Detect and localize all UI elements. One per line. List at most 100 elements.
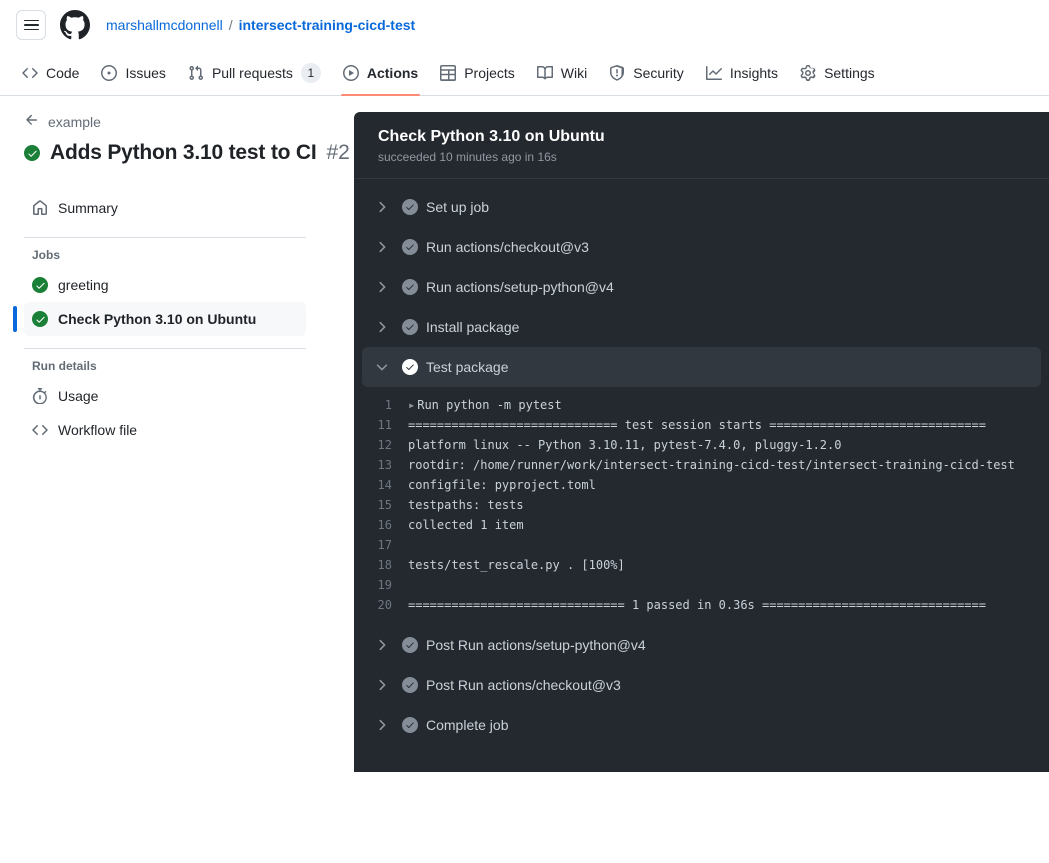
tab-pull-requests[interactable]: Pull requests 1 <box>178 50 331 95</box>
sidebar-item-summary-label: Summary <box>58 200 118 216</box>
step-label: Run actions/checkout@v3 <box>426 239 589 255</box>
tab-code[interactable]: Code <box>12 50 89 95</box>
step-row[interactable]: Complete job <box>362 705 1041 745</box>
github-logo-icon[interactable] <box>60 10 90 40</box>
step-status-icon <box>394 637 426 653</box>
log-line-text: platform linux -- Python 3.10.11, pytest… <box>408 438 842 452</box>
chevron-right-icon <box>370 718 394 732</box>
log-line-number: 13 <box>377 458 392 472</box>
page-body: example Adds Python 3.10 test to CI #2 S… <box>0 96 1049 772</box>
step-label: Set up job <box>426 199 490 215</box>
tab-security-label: Security <box>633 64 684 81</box>
run-number: #2 <box>326 141 350 164</box>
step-label: Test package <box>426 359 509 375</box>
tab-actions-label: Actions <box>366 64 419 81</box>
check-circle-grey-icon <box>402 677 418 693</box>
stopwatch-icon <box>32 388 48 404</box>
tab-projects[interactable]: Projects <box>430 50 525 95</box>
check-circle-green-icon <box>32 277 48 293</box>
step-row[interactable]: Post Run actions/checkout@v3 <box>362 665 1041 705</box>
repo-nav: Code Issues Pull requests 1 Actions Proj… <box>0 50 1049 96</box>
sidebar-heading-run-details: Run details <box>32 359 97 373</box>
step-row[interactable]: Set up job <box>362 187 1041 227</box>
shield-icon <box>609 64 625 81</box>
git-pull-request-icon <box>188 65 204 81</box>
step-row[interactable]: Install package <box>362 307 1041 347</box>
log-line-text: collected 1 item <box>408 518 524 532</box>
chevron-right-icon <box>370 638 394 652</box>
sidebar-item-greeting-label: greeting <box>58 277 109 293</box>
check-circle-grey-icon <box>402 319 418 335</box>
panel-bottom-spacer <box>354 745 1049 755</box>
log-line-number: 17 <box>377 538 392 552</box>
breadcrumb-owner[interactable]: marshallmcdonnell <box>106 17 223 33</box>
graph-icon <box>705 65 722 81</box>
log-line: 18 tests/test_rescale.py . [100%] <box>354 555 1049 575</box>
log-line-text: rootdir: /home/runner/work/intersect-tra… <box>408 458 1015 472</box>
log-output[interactable]: 1 ▸ Run python -m pytest 11 =============… <box>354 387 1049 625</box>
tab-actions[interactable]: Actions <box>333 50 428 96</box>
logs-panel: Check Python 3.10 on Ubuntu succeeded 10… <box>354 112 1049 772</box>
chevron-right-icon <box>370 200 394 214</box>
sidebar-item-summary[interactable]: Summary <box>24 191 306 225</box>
sidebar-item-check-python[interactable]: Check Python 3.10 on Ubuntu <box>13 302 306 336</box>
step-status-icon <box>394 359 426 375</box>
sidebar: Summary Jobs greeting Check Python 3.10 … <box>13 191 306 447</box>
sidebar-item-greeting[interactable]: greeting <box>24 268 306 302</box>
tab-issues[interactable]: Issues <box>91 50 175 95</box>
run-title-row: Adds Python 3.10 test to CI #2 <box>24 141 350 165</box>
steps-list: Set up job Run actions/checkout@v3 Run a… <box>354 179 1049 755</box>
step-row[interactable]: Post Run actions/setup-python@v4 <box>362 625 1041 665</box>
breadcrumb-repo[interactable]: intersect-training-cicd-test <box>239 17 416 33</box>
log-line-text: tests/test_rescale.py . [100%] <box>408 558 625 572</box>
chevron-right-icon <box>370 678 394 692</box>
breadcrumb: marshallmcdonnell / intersect-training-c… <box>106 17 415 33</box>
log-line-text: testpaths: tests <box>408 498 524 512</box>
back-to-workflow-link[interactable]: example <box>24 112 101 131</box>
tab-insights[interactable]: Insights <box>696 50 788 95</box>
step-status-icon <box>394 199 426 215</box>
step-row[interactable]: Run actions/setup-python@v4 <box>362 267 1041 307</box>
book-icon <box>536 65 553 81</box>
step-status-icon <box>394 717 426 733</box>
tab-wiki-label: Wiki <box>560 64 588 81</box>
log-line-body: Run python -m pytest <box>417 398 562 412</box>
play-icon <box>342 64 359 81</box>
log-line-text: configfile: pyproject.toml <box>408 478 596 492</box>
log-line: 11 ============================= test se… <box>354 415 1049 435</box>
hamburger-icon[interactable] <box>16 10 46 40</box>
tab-settings-label: Settings <box>824 64 875 81</box>
step-row-test-package[interactable]: Test package <box>362 347 1041 387</box>
sidebar-item-workflow-file[interactable]: Workflow file <box>24 413 306 447</box>
log-line-number: 18 <box>377 558 392 572</box>
chevron-right-icon <box>370 280 394 294</box>
log-line-number: 12 <box>377 438 392 452</box>
issue-opened-icon <box>101 64 118 81</box>
step-status-icon <box>394 279 426 295</box>
chevron-right-icon <box>370 240 394 254</box>
log-line-number: 14 <box>377 478 392 492</box>
home-icon <box>32 200 48 216</box>
tab-security[interactable]: Security <box>599 50 694 95</box>
step-row[interactable]: Run actions/checkout@v3 <box>362 227 1041 267</box>
sidebar-item-usage[interactable]: Usage <box>24 379 306 413</box>
check-circle-grey-icon <box>402 199 418 215</box>
run-marker-icon: ▸ <box>408 398 416 412</box>
tab-settings[interactable]: Settings <box>790 50 885 95</box>
arrow-left-icon <box>24 112 40 131</box>
tab-wiki[interactable]: Wiki <box>527 50 597 95</box>
log-line-number: 20 <box>377 598 392 612</box>
chevron-right-icon <box>370 320 394 334</box>
table-icon <box>440 64 457 81</box>
check-circle-grey-icon <box>402 717 418 733</box>
check-circle-green-icon <box>32 311 48 327</box>
logs-job-status: succeeded 10 minutes ago in 16s <box>378 150 557 164</box>
sidebar-item-check-python-label: Check Python 3.10 on Ubuntu <box>58 311 257 327</box>
check-circle-grey-icon <box>402 279 418 295</box>
tab-issues-label: Issues <box>125 64 166 81</box>
log-line: 15 testpaths: tests <box>354 495 1049 515</box>
log-line-text: ============================= test sessi… <box>408 418 986 432</box>
log-line: 14 configfile: pyproject.toml <box>354 475 1049 495</box>
log-line-number: 11 <box>377 418 392 432</box>
breadcrumb-separator: / <box>228 17 233 33</box>
